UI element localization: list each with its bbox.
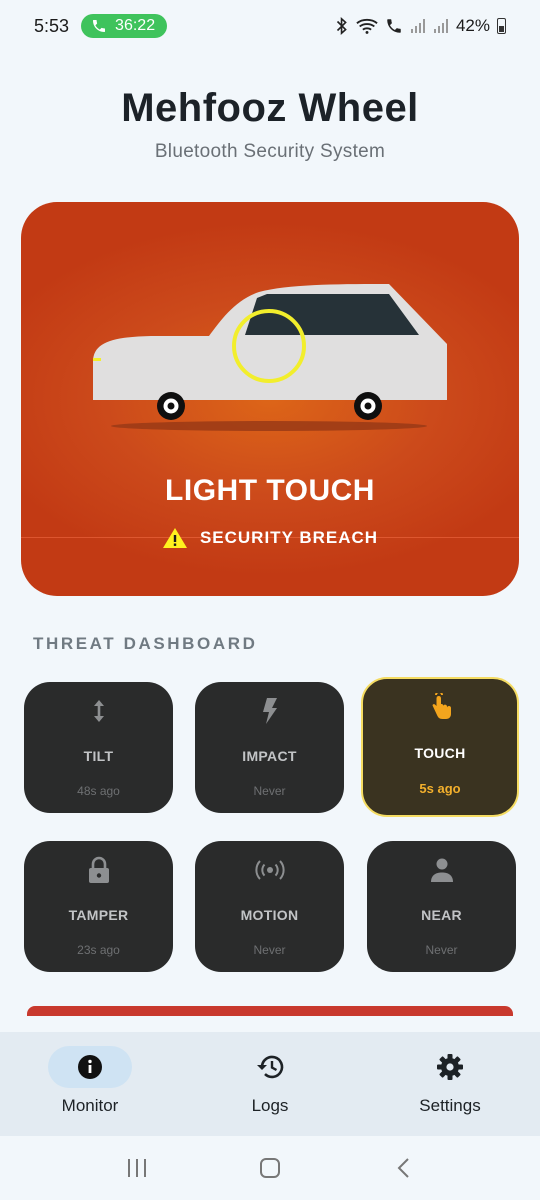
status-icons: 42% bbox=[335, 16, 506, 36]
car-window bbox=[245, 294, 419, 335]
nav-settings[interactable]: Settings bbox=[360, 1032, 540, 1136]
back-icon bbox=[397, 1158, 410, 1178]
tile-time: Never bbox=[425, 943, 458, 957]
signal-icon bbox=[410, 19, 425, 33]
tile-label: MOTION bbox=[240, 907, 299, 923]
call-duration: 36:22 bbox=[115, 17, 156, 34]
nav-logs[interactable]: Logs bbox=[180, 1032, 360, 1136]
threat-dashboard-title: THREAT DASHBOARD bbox=[33, 634, 258, 653]
recent-apps-icon bbox=[127, 1159, 146, 1177]
tile-time: 48s ago bbox=[77, 784, 120, 798]
history-icon bbox=[257, 1055, 284, 1079]
tile-touch[interactable]: TOUCH 5s ago bbox=[361, 677, 519, 817]
tile-tamper[interactable]: TAMPER 23s ago bbox=[24, 841, 173, 972]
vertical-arrows-icon bbox=[92, 696, 106, 726]
warning-icon bbox=[162, 528, 187, 548]
front-wheel bbox=[354, 392, 382, 420]
app-title: Mehfooz Wheel bbox=[121, 86, 419, 130]
broadcast-icon bbox=[254, 855, 285, 885]
wifi-icon bbox=[356, 18, 378, 34]
tile-label: NEAR bbox=[421, 907, 462, 923]
nav-monitor-indicator bbox=[48, 1046, 132, 1088]
signal-icon-2 bbox=[433, 19, 448, 33]
lightning-icon bbox=[261, 696, 279, 726]
tile-label: TAMPER bbox=[68, 907, 129, 923]
lock-icon bbox=[88, 855, 110, 885]
alert-subtitle: SECURITY BREACH bbox=[199, 528, 379, 547]
bottom-navigation: Monitor Logs Settings bbox=[0, 1032, 540, 1136]
tile-label: IMPACT bbox=[242, 748, 297, 764]
touch-hand-icon bbox=[427, 693, 453, 723]
nav-logs-icon-wrap bbox=[228, 1046, 312, 1088]
nav-label: Monitor bbox=[61, 1096, 119, 1115]
tile-label: TOUCH bbox=[414, 745, 466, 761]
recent-apps-button[interactable] bbox=[117, 1148, 157, 1188]
back-button[interactable] bbox=[383, 1148, 423, 1188]
tile-label: TILT bbox=[83, 748, 114, 764]
person-icon bbox=[430, 855, 454, 885]
alert-card: LIGHT TOUCH SECURITY BREACH bbox=[21, 202, 519, 596]
phone-icon bbox=[93, 20, 106, 32]
tile-impact[interactable]: IMPACT Never bbox=[195, 682, 344, 813]
info-icon bbox=[78, 1055, 102, 1079]
status-time: 5:53 bbox=[34, 15, 70, 36]
nav-label: Logs bbox=[251, 1096, 289, 1115]
rear-wheel bbox=[157, 392, 185, 420]
gear-icon bbox=[437, 1054, 463, 1080]
home-button[interactable] bbox=[250, 1148, 290, 1188]
tile-time: Never bbox=[253, 784, 286, 798]
home-icon bbox=[259, 1158, 280, 1178]
tile-time: 5s ago bbox=[419, 781, 461, 796]
battery-percent: 42% bbox=[455, 16, 490, 35]
battery-icon bbox=[497, 18, 506, 34]
bluetooth-icon bbox=[336, 17, 347, 35]
tile-motion[interactable]: MOTION Never bbox=[195, 841, 344, 972]
tile-tilt[interactable]: TILT 48s ago bbox=[24, 682, 173, 813]
app-subtitle: Bluetooth Security System bbox=[154, 141, 386, 162]
status-bar: 5:53 36:22 42% bbox=[0, 0, 540, 52]
tile-time: Never bbox=[253, 943, 286, 957]
tile-near[interactable]: NEAR Never bbox=[367, 841, 516, 972]
partial-card-edge bbox=[27, 1006, 513, 1016]
system-navigation-bar bbox=[0, 1136, 540, 1200]
nav-settings-icon-wrap bbox=[408, 1046, 492, 1088]
alert-subtitle-row: SECURITY BREACH bbox=[21, 527, 519, 549]
ongoing-call-pill[interactable]: 36:22 bbox=[81, 14, 168, 38]
tile-time: 23s ago bbox=[77, 943, 120, 957]
wifi-calling-icon bbox=[387, 19, 401, 33]
alert-title: LIGHT TOUCH bbox=[165, 474, 375, 507]
nav-monitor[interactable]: Monitor bbox=[0, 1032, 180, 1136]
nav-label: Settings bbox=[419, 1096, 481, 1115]
car-illustration bbox=[93, 284, 447, 431]
